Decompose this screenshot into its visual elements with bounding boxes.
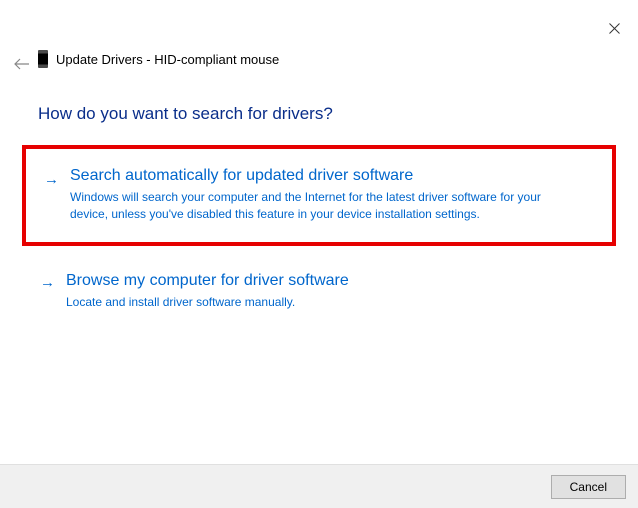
arrow-right-icon: → (40, 274, 55, 291)
back-button[interactable] (12, 54, 32, 74)
close-button[interactable] (606, 20, 622, 36)
back-arrow-icon (14, 58, 30, 70)
option-description: Locate and install driver software manua… (66, 294, 566, 311)
option-browse-computer[interactable]: → Browse my computer for driver software… (22, 254, 616, 329)
option-search-automatically[interactable]: → Search automatically for updated drive… (22, 145, 616, 246)
close-icon (609, 23, 620, 34)
main-heading: How do you want to search for drivers? (38, 104, 333, 124)
dialog-footer: Cancel (0, 464, 638, 508)
device-icon (38, 50, 48, 68)
option-title: Search automatically for updated driver … (70, 167, 592, 185)
arrow-right-icon: → (44, 171, 59, 188)
options-list: → Search automatically for updated drive… (22, 145, 616, 329)
option-title: Browse my computer for driver software (66, 272, 596, 290)
cancel-button[interactable]: Cancel (551, 475, 626, 499)
dialog-title: Update Drivers - HID-compliant mouse (56, 52, 279, 67)
option-description: Windows will search your computer and th… (70, 189, 570, 224)
dialog-header: Update Drivers - HID-compliant mouse (38, 50, 279, 68)
